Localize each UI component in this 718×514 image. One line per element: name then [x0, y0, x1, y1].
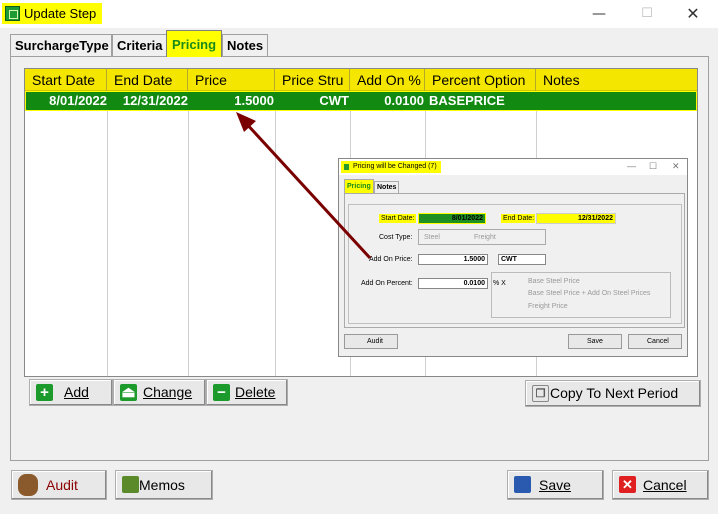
cell-end-date: 12/31/2022: [122, 93, 188, 108]
mini-audit-button: Audit: [344, 334, 398, 349]
detective-icon: [18, 474, 38, 496]
audit-button[interactable]: Audit: [11, 470, 107, 500]
tab-pricing[interactable]: Pricing: [166, 30, 222, 57]
mini-close-icon: ✕: [672, 161, 680, 171]
cell-start-date: 8/01/2022: [49, 93, 107, 108]
mini-panel: Start Date: 8/01/2022 End Date: 12/31/20…: [344, 193, 685, 328]
add-button-label: Add: [64, 384, 89, 400]
mini-cost-type-label: Cost Type:: [379, 234, 413, 241]
mini-unit-select: CWT: [498, 254, 546, 265]
save-button[interactable]: Save: [507, 470, 604, 500]
grid-divider: [188, 111, 189, 376]
tab-notes[interactable]: Notes: [222, 34, 268, 57]
embedded-dialog-image: Pricing will be Changed (7) — ☐ ✕ Pricin…: [338, 158, 688, 357]
mini-tab-pricing: Pricing: [344, 179, 374, 193]
delete-button-label: Delete: [235, 384, 276, 400]
delete-button[interactable]: − Delete: [206, 379, 288, 406]
mini-tab-notes: Notes: [374, 181, 400, 193]
mini-percent-option-group: Base Steel Price Base Steel Price + Add …: [491, 272, 671, 318]
maximize-button[interactable]: ☐: [624, 0, 670, 28]
floppy-disk-icon: [514, 476, 531, 493]
memos-button[interactable]: Memos: [115, 470, 213, 500]
save-button-label: Save: [539, 477, 571, 493]
mini-cost-type-freight: Freight: [474, 234, 496, 241]
copy-button-label: Copy To Next Period: [550, 385, 679, 401]
cancel-button[interactable]: ✕ Cancel: [612, 470, 709, 500]
mini-maximize-icon: ☐: [649, 161, 658, 171]
book-icon: [122, 476, 139, 493]
mini-inner-box: Start Date: 8/01/2022 End Date: 12/31/20…: [348, 204, 682, 324]
mini-cost-type-steel: Steel: [424, 234, 440, 241]
column-percent-option[interactable]: Percent Option: [425, 69, 536, 91]
plus-icon: +: [36, 384, 53, 401]
title-bar: Update Step — ☐ ✕: [0, 0, 718, 28]
mini-start-date: 8/01/2022: [418, 213, 486, 224]
copy-icon: ❐: [532, 385, 549, 402]
change-button[interactable]: ⏏ Change: [113, 379, 206, 406]
memos-button-label: Memos: [139, 477, 185, 493]
mini-add-on-percent: 0.0100: [418, 278, 488, 289]
mini-start-date-label: Start Date:: [379, 214, 417, 223]
column-notes[interactable]: Notes: [536, 69, 697, 91]
mini-cost-type-group: Steel Freight: [418, 229, 546, 245]
column-price-structure[interactable]: Price Stru: [275, 69, 350, 91]
eject-icon: ⏏: [120, 384, 137, 401]
add-button[interactable]: + Add: [29, 379, 113, 406]
cell-percent-option: BASEPRICE: [429, 93, 505, 108]
copy-to-next-period-button[interactable]: ❐ Copy To Next Period: [525, 380, 701, 407]
minimize-button[interactable]: —: [576, 0, 622, 28]
grid-header: Start Date End Date Price Price Stru Add…: [25, 69, 697, 91]
mini-title-bar: Pricing will be Changed (7) — ☐ ✕: [339, 159, 687, 175]
tab-surcharge-type[interactable]: SurchargeType: [10, 34, 112, 57]
app-icon: [5, 6, 20, 21]
mini-add-on-price-label: Add On Price:: [369, 256, 413, 263]
table-row[interactable]: 8/01/2022 12/31/2022 1.5000 CWT 0.0100 B…: [25, 91, 697, 111]
mini-option-freight: Freight Price: [528, 303, 568, 310]
cell-notes: [540, 92, 695, 110]
window-title-wrap: Update Step: [2, 3, 103, 24]
grid-divider: [107, 111, 108, 376]
close-button[interactable]: ✕: [670, 0, 716, 28]
minus-icon: −: [213, 384, 230, 401]
column-price[interactable]: Price: [188, 69, 275, 91]
mini-option-base: Base Steel Price: [528, 278, 580, 285]
mini-save-button: Save: [568, 334, 622, 349]
grid-divider: [275, 111, 276, 376]
cell-add-on-pct: 0.0100: [384, 93, 424, 108]
mini-end-date-label: End Date:: [501, 214, 535, 223]
cancel-button-label: Cancel: [643, 477, 687, 493]
mini-cancel-button: Cancel: [628, 334, 682, 349]
mini-add-on-percent-label: Add On Percent:: [361, 280, 413, 287]
column-start-date[interactable]: Start Date: [25, 69, 107, 91]
mini-add-on-price: 1.5000: [418, 254, 488, 265]
tab-criteria[interactable]: Criteria: [112, 34, 168, 57]
cell-price-structure: CWT: [319, 93, 349, 108]
mini-minimize-icon: —: [627, 161, 636, 171]
column-add-on-pct[interactable]: Add On %: [350, 69, 425, 91]
mini-title: Pricing will be Changed (7): [341, 161, 441, 173]
close-icon: ✕: [619, 476, 636, 493]
change-button-label: Change: [143, 384, 193, 400]
column-end-date[interactable]: End Date: [107, 69, 188, 91]
cell-price: 1.5000: [234, 93, 274, 108]
audit-button-label: Audit: [46, 477, 78, 493]
mini-end-date: 12/31/2022: [536, 213, 616, 224]
mini-option-base-plus: Base Steel Price + Add On Steel Prices: [528, 290, 651, 297]
window-title: Update Step: [24, 6, 97, 21]
